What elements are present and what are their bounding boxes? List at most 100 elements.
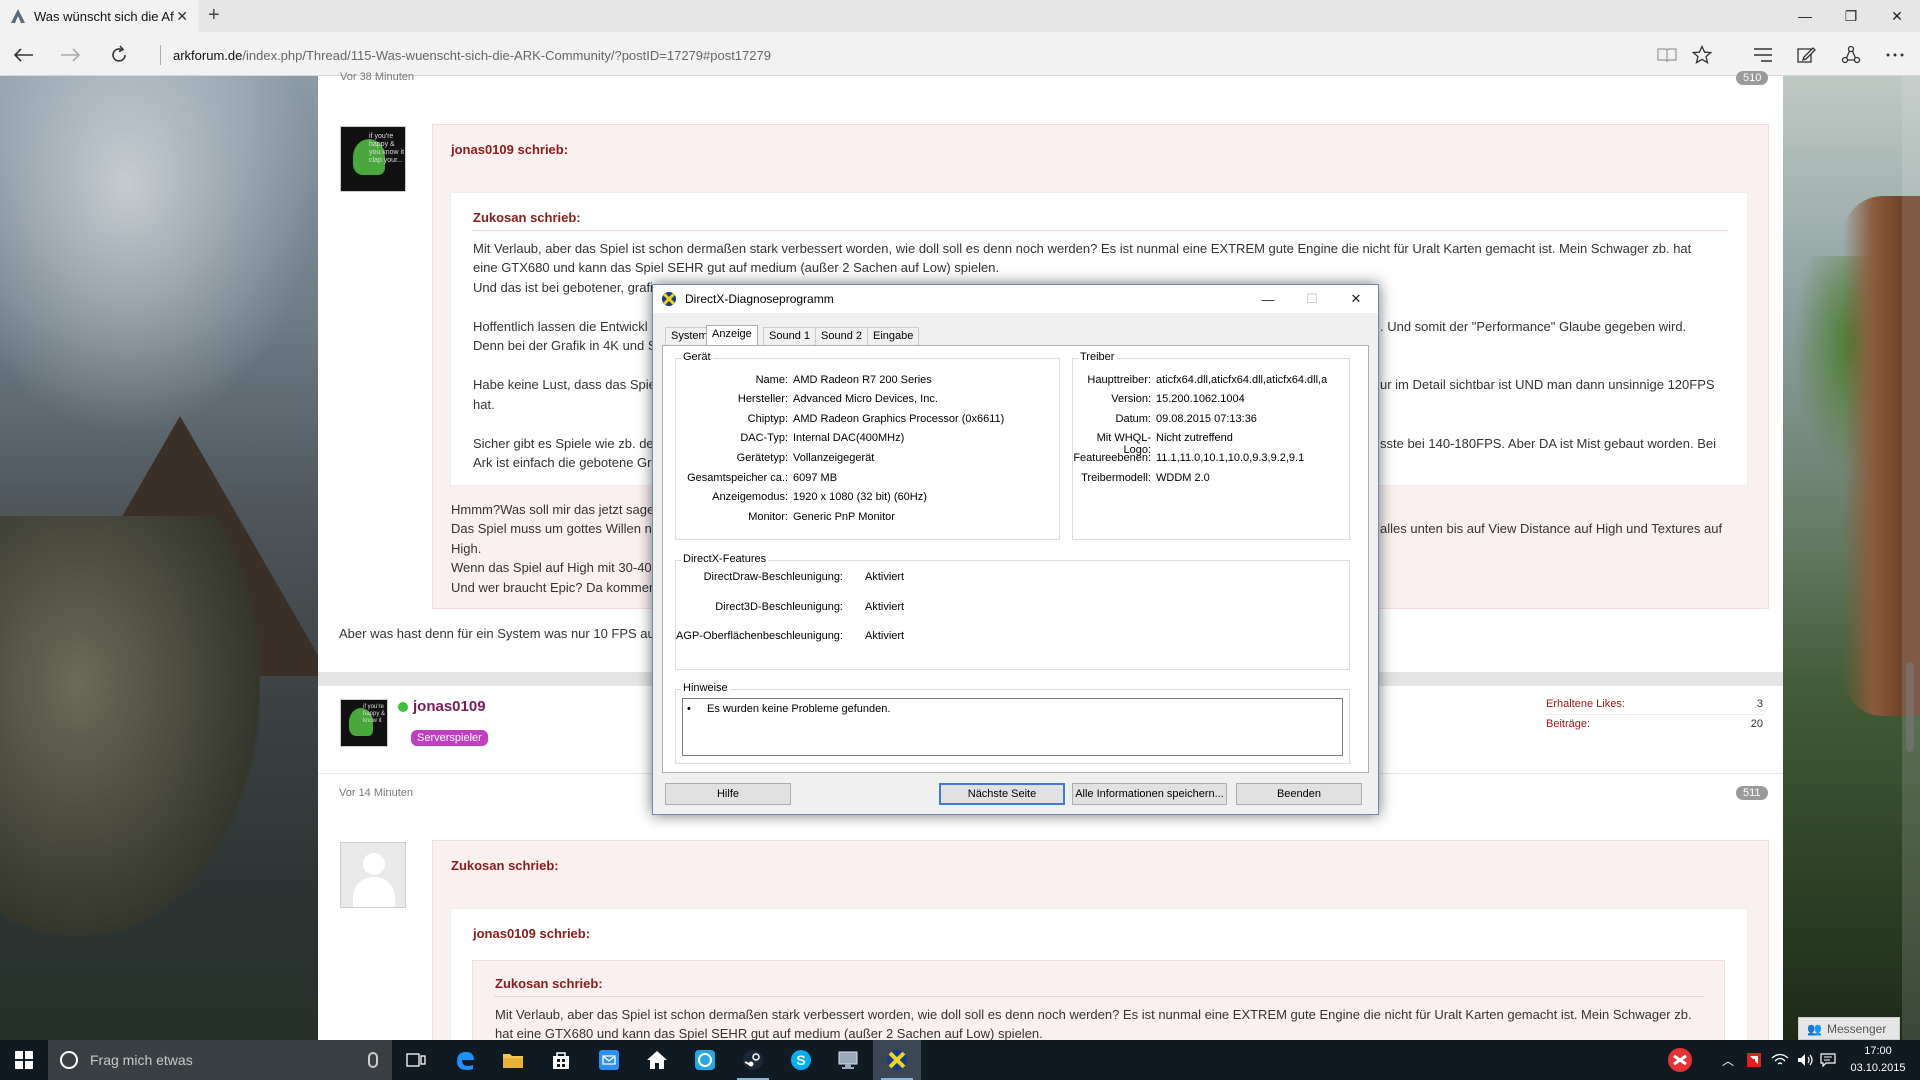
- avatar[interactable]: if you're happy & you know it clap your...: [340, 126, 406, 192]
- quote-author[interactable]: Zukosan schrieb:: [451, 858, 559, 873]
- notifications-icon[interactable]: [1816, 1040, 1840, 1080]
- share-icon[interactable]: [1838, 42, 1864, 68]
- browser-tab[interactable]: Was wünscht sich die Af ✕: [0, 0, 198, 32]
- tab-anzeige[interactable]: Anzeige: [706, 325, 758, 346]
- notes-group-title: Hinweise: [681, 682, 730, 694]
- mail-icon[interactable]: [585, 1040, 633, 1080]
- exit-button[interactable]: Beenden: [1236, 783, 1362, 805]
- favorite-star-icon[interactable]: [1689, 42, 1715, 68]
- close-window-icon[interactable]: ✕: [1874, 0, 1920, 32]
- post-timestamp: Vor 38 Minuten: [340, 71, 414, 83]
- stat-label[interactable]: Erhaltene Likes:: [1546, 698, 1625, 710]
- save-all-info-button[interactable]: Alle Informationen speichern...: [1072, 783, 1227, 805]
- hub-icon[interactable]: [1750, 42, 1776, 68]
- quote-text-line: Und wer braucht Epic? Da kommen: [451, 580, 657, 595]
- browser-nav-bar: arkforum.de/index.php/Thread/115-Was-wue…: [0, 32, 1920, 76]
- start-button[interactable]: [0, 1040, 48, 1080]
- page-scrollbar[interactable]: [1902, 76, 1920, 1040]
- nested-quote-author[interactable]: Zukosan schrieb:: [473, 210, 581, 225]
- tab-close-icon[interactable]: ✕: [176, 8, 188, 25]
- driver-value: WDDM 2.0: [1156, 472, 1210, 484]
- more-icon[interactable]: [1882, 42, 1908, 68]
- tab-sound-2[interactable]: Sound 2: [815, 327, 868, 345]
- taskbar: Frag mich etwas S ︿ 17:00 03.10.2015: [0, 1040, 1920, 1080]
- nested-quote-author[interactable]: jonas0109 schrieb:: [473, 926, 590, 941]
- minimize-icon[interactable]: —: [1782, 0, 1828, 32]
- post-body-text: Aber was hast denn für ein System was nu…: [339, 626, 659, 641]
- scrollbar-thumb[interactable]: [1906, 662, 1914, 752]
- dx-close-icon[interactable]: ✕: [1334, 285, 1378, 313]
- restore-icon[interactable]: ❐: [1828, 0, 1874, 32]
- post-number[interactable]: 511: [1736, 786, 1768, 800]
- device-value: Advanced Micro Devices, Inc.: [793, 393, 938, 405]
- volume-icon[interactable]: [1794, 1040, 1818, 1080]
- driver-value: 09.08.2015 07:13:36: [1156, 413, 1257, 425]
- username-link[interactable]: jonas0109: [413, 698, 486, 715]
- avatar-caption: if you're happy & know it: [363, 704, 386, 724]
- device-label: Name:: [755, 374, 788, 386]
- quote-text-fragment: alles unten bis auf View Distance auf Hi…: [1380, 521, 1723, 536]
- quote-text-line: Denn bei der Grafik in 4K und S: [473, 338, 657, 353]
- task-view-icon[interactable]: [392, 1040, 440, 1080]
- uplay-icon[interactable]: [681, 1040, 729, 1080]
- back-icon[interactable]: [10, 42, 36, 68]
- dx-minimize-icon[interactable]: —: [1246, 285, 1290, 313]
- refresh-icon[interactable]: [106, 42, 132, 68]
- messenger-button[interactable]: 👥 Messenger: [1798, 1017, 1900, 1040]
- feature-label: Direct3D-Beschleunigung:: [715, 601, 843, 613]
- device-value: Internal DAC(400MHz): [793, 432, 905, 444]
- microphone-icon[interactable]: [368, 1052, 378, 1068]
- help-button[interactable]: Hilfe: [665, 783, 791, 805]
- tab-sound-1[interactable]: Sound 1: [763, 327, 816, 345]
- quote-text-line: Hoffentlich lassen die Entwickl: [473, 319, 648, 334]
- clock-time: 17:00: [1864, 1045, 1892, 1057]
- avatar[interactable]: if you're happy & know it: [340, 699, 388, 747]
- new-tab-icon[interactable]: +: [208, 4, 220, 27]
- quote-author[interactable]: jonas0109 schrieb:: [451, 142, 568, 157]
- driver-value: aticfx64.dll,aticfx64.dll,aticfx64.dll,a: [1156, 374, 1328, 386]
- system-clock[interactable]: 17:00 03.10.2015: [1843, 1043, 1913, 1077]
- driver-label: Haupttreiber:: [1087, 374, 1151, 386]
- network-icon[interactable]: [1768, 1040, 1792, 1080]
- post-number[interactable]: 510: [1736, 71, 1769, 85]
- forward-icon[interactable]: [58, 42, 84, 68]
- dxdiag-taskbar-icon[interactable]: [873, 1040, 921, 1080]
- notes-textbox[interactable]: • Es wurden keine Probleme gefunden.: [682, 698, 1343, 756]
- tab-eingabe[interactable]: Eingabe: [867, 327, 920, 345]
- web-note-icon[interactable]: [1793, 42, 1819, 68]
- amd-tray-icon[interactable]: [1742, 1040, 1766, 1080]
- device-value: Vollanzeigegerät: [793, 452, 875, 464]
- skype-icon[interactable]: S: [777, 1040, 825, 1080]
- show-hidden-icons-icon[interactable]: ︿: [1716, 1040, 1740, 1080]
- explorer-icon[interactable]: [489, 1040, 537, 1080]
- device-label: Gesamtspeicher ca.:: [687, 472, 788, 484]
- url-path: /index.php/Thread/115-Was-wuenscht-sich-…: [242, 47, 771, 63]
- cortana-search-box[interactable]: Frag mich etwas: [48, 1040, 392, 1080]
- steam-icon[interactable]: [729, 1040, 777, 1080]
- device-value: Generic PnP Monitor: [793, 511, 895, 523]
- clock-date: 03.10.2015: [1850, 1062, 1906, 1074]
- dxdiag-titlebar[interactable]: DirectX-Diagnoseprogramm — ☐ ✕: [653, 285, 1378, 313]
- quote-text-line: Mit Verlaub, aber das Spiel ist schon de…: [495, 1007, 1692, 1022]
- stat-label[interactable]: Beiträge:: [1546, 718, 1590, 730]
- next-page-button[interactable]: Nächste Seite: [939, 783, 1065, 805]
- deep-quote-author[interactable]: Zukosan schrieb:: [495, 976, 603, 991]
- store-icon[interactable]: [537, 1040, 585, 1080]
- feature-label: DirectDraw-Beschleunigung:: [703, 571, 843, 583]
- edge-icon[interactable]: [441, 1040, 489, 1080]
- home-icon[interactable]: [633, 1040, 681, 1080]
- remote-desktop-icon[interactable]: [825, 1040, 873, 1080]
- dxdiag-icon: [662, 292, 676, 306]
- stat-divider: [1545, 714, 1765, 715]
- reading-view-icon[interactable]: [1654, 42, 1680, 68]
- device-label: Gerätetyp:: [736, 452, 788, 464]
- driver-label: Version:: [1111, 393, 1151, 405]
- antivirus-tray-icon[interactable]: [1660, 1040, 1700, 1080]
- search-placeholder: Frag mich etwas: [90, 1052, 193, 1068]
- avatar[interactable]: [340, 842, 406, 908]
- quote-text-line: Mit Verlaub, aber das Spiel ist schon de…: [473, 241, 1692, 256]
- address-bar[interactable]: arkforum.de/index.php/Thread/115-Was-wue…: [160, 45, 771, 65]
- device-group-title: Gerät: [681, 351, 713, 363]
- background-art-right: [1783, 76, 1920, 1040]
- url-domain: arkforum.de: [173, 47, 243, 63]
